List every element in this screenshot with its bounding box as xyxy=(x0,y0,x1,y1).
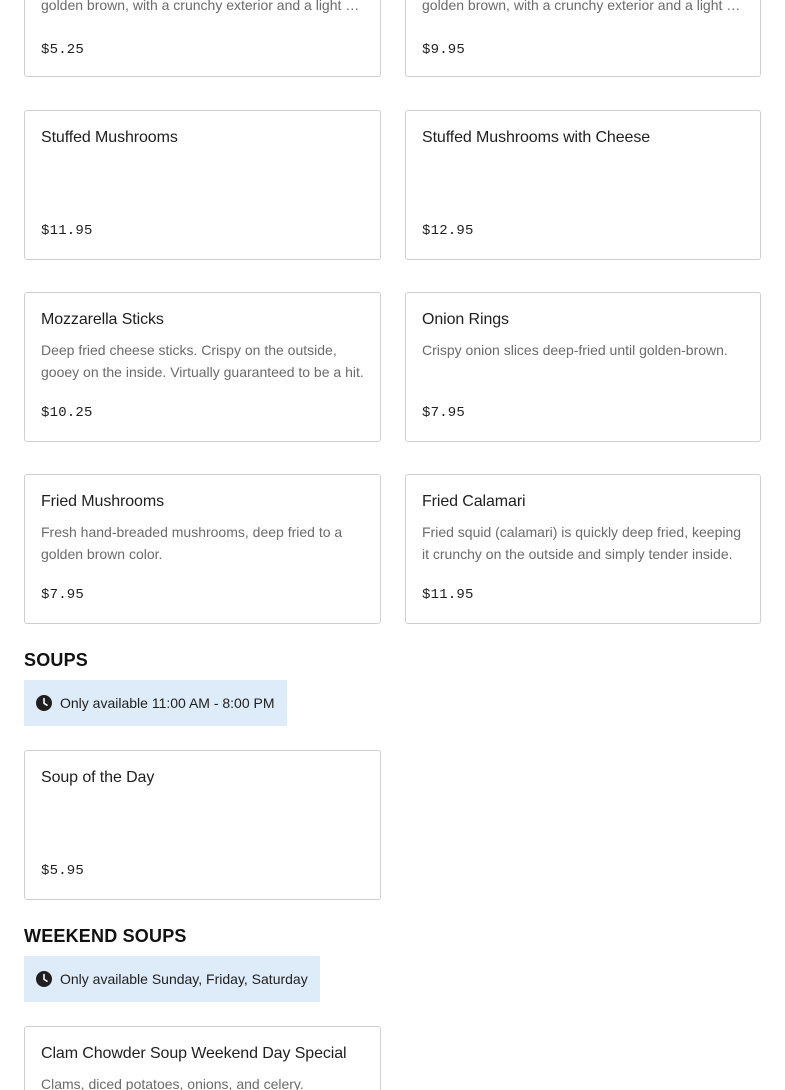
item-description: Deep fried cheese sticks. Crispy on the … xyxy=(41,342,364,380)
item-description: Crispy onion slices deep-fried until gol… xyxy=(422,342,728,358)
clock-icon xyxy=(36,971,52,987)
item-price: $7.95 xyxy=(422,405,466,421)
clock-icon xyxy=(36,695,52,711)
item-price: $9.95 xyxy=(422,42,466,58)
item-description: Fresh hand-breaded mushrooms, deep fried… xyxy=(41,524,343,562)
availability-text: Only available Sunday, Friday, Saturday xyxy=(60,971,308,987)
item-name: Stuffed Mushrooms xyxy=(41,129,178,146)
menu-item-card[interactable]: Stuffed Mushrooms with Cheese $12.95 xyxy=(405,110,761,260)
item-description: golden brown, with a crunchy exterior an… xyxy=(422,0,744,13)
menu-item-card[interactable]: Fried Mushrooms Fresh hand-breaded mushr… xyxy=(24,474,381,624)
item-price: $11.95 xyxy=(422,587,474,603)
menu-item-card[interactable]: golden brown, with a crunchy exterior an… xyxy=(24,0,381,77)
item-description: golden brown, with a crunchy exterior an… xyxy=(41,0,364,13)
availability-banner: Only available Sunday, Friday, Saturday xyxy=(24,956,320,1002)
item-name: Clam Chowder Soup Weekend Day Special xyxy=(41,1045,347,1062)
item-description: Fried squid (calamari) is quickly deep f… xyxy=(422,524,742,562)
item-name: Fried Calamari xyxy=(422,493,526,510)
item-price: $12.95 xyxy=(422,223,474,239)
menu-item-card[interactable]: Onion Rings Crispy onion slices deep-fri… xyxy=(405,292,761,442)
item-name: Onion Rings xyxy=(422,311,509,328)
menu-item-card[interactable]: Fried Calamari Fried squid (calamari) is… xyxy=(405,474,761,624)
menu-item-card[interactable]: golden brown, with a crunchy exterior an… xyxy=(405,0,761,77)
item-price: $5.95 xyxy=(41,863,85,879)
availability-text: Only available 11:00 AM - 8:00 PM xyxy=(60,695,275,711)
menu-item-card[interactable]: Stuffed Mushrooms $11.95 xyxy=(24,110,381,260)
item-name: Fried Mushrooms xyxy=(41,493,164,510)
item-name: Stuffed Mushrooms with Cheese xyxy=(422,129,651,146)
item-price: $5.25 xyxy=(41,42,85,58)
item-price: $10.25 xyxy=(41,405,93,421)
item-name: Soup of the Day xyxy=(41,769,155,786)
item-description: Clams, diced potatoes, onions, and celer… xyxy=(41,1076,304,1090)
item-price: $11.95 xyxy=(41,223,93,239)
menu-item-card[interactable]: Clam Chowder Soup Weekend Day Special Cl… xyxy=(24,1026,381,1090)
item-name: Mozzarella Sticks xyxy=(41,311,164,328)
item-price: $7.95 xyxy=(41,587,85,603)
section-title-soups: SOUPS xyxy=(24,650,89,670)
menu-item-card[interactable]: Soup of the Day $5.95 xyxy=(24,750,381,900)
menu-item-card[interactable]: Mozzarella Sticks Deep fried cheese stic… xyxy=(24,292,381,442)
section-title-weekend-soups: WEEKEND SOUPS xyxy=(24,926,187,946)
availability-banner: Only available 11:00 AM - 8:00 PM xyxy=(24,680,287,726)
